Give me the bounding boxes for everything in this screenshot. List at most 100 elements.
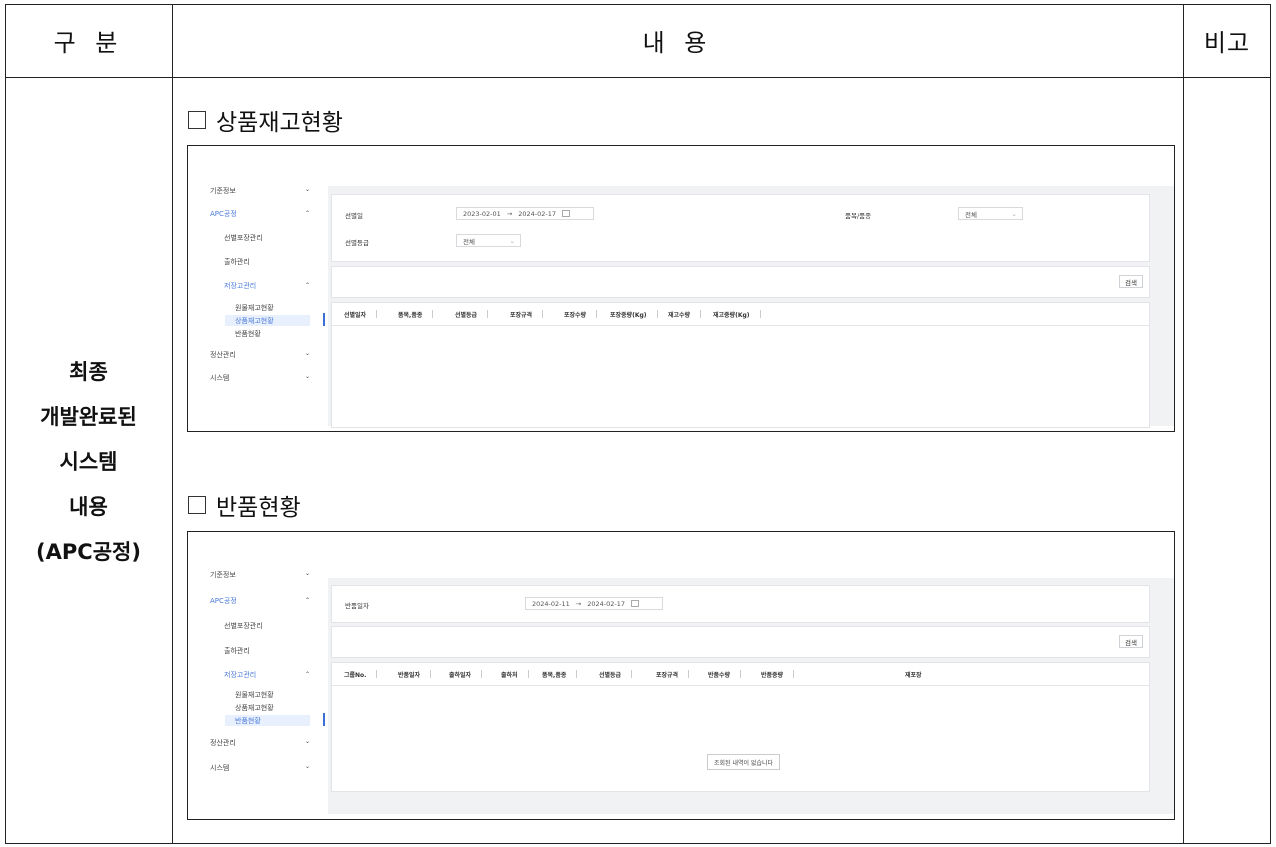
category-line: (APC공정)	[36, 540, 141, 564]
column-header: 반품중량	[761, 663, 795, 685]
column-divider	[1183, 4, 1184, 844]
label-grade: 선별등급	[345, 239, 369, 247]
sidebar-item-shipping[interactable]: 출하관리	[224, 257, 250, 267]
sidebar-item-returns[interactable]: 반품현황	[235, 329, 261, 339]
date-from: 2024-02-11	[532, 599, 570, 608]
sidebar-item-settlement[interactable]: 정산관리	[210, 350, 236, 360]
item-select-value: 전체	[965, 210, 977, 219]
sidebar-item-sorting[interactable]: 선별포장관리	[224, 233, 263, 243]
section-title-text: 반품현황	[216, 495, 301, 521]
section-title-stock: 상품재고현황	[188, 103, 343, 137]
column-header: 재포장	[905, 671, 922, 679]
checkbox-square-icon	[188, 496, 206, 514]
active-indicator	[323, 713, 325, 726]
date-to: 2024-02-17	[587, 599, 626, 608]
column-header: 그룹No.	[344, 663, 378, 685]
sidebar-item-raw-stock[interactable]: 원물재고현황	[235, 690, 274, 700]
category-line: 최종	[69, 360, 108, 384]
column-header: 포장규격	[656, 663, 690, 685]
sidebar-item-system[interactable]: 시스템	[210, 763, 229, 773]
active-indicator	[323, 313, 325, 326]
sidebar-item-basic-info[interactable]: 기준정보	[210, 186, 236, 196]
column-header: 선별등급	[599, 663, 633, 685]
label-return-date: 반품일자	[345, 602, 369, 610]
action-bar: 검색	[331, 266, 1150, 298]
search-button[interactable]: 검색	[1119, 275, 1143, 288]
action-bar: 검색	[331, 626, 1150, 658]
search-form: 반품일자 2024-02-11 → 2024-02-17	[331, 585, 1150, 623]
sidebar-item-sorting[interactable]: 선별포장관리	[224, 621, 263, 631]
chevron-up-icon: ⌃	[305, 597, 311, 604]
column-header: 포장규격	[510, 303, 544, 325]
sidebar-item-storage[interactable]: 저장고관리	[224, 281, 256, 291]
sidebar-item-apc[interactable]: APC공정	[210, 596, 237, 606]
sidebar-item-product-stock[interactable]: 상품재고현황	[235, 316, 274, 326]
column-header: 출하일자	[449, 663, 483, 685]
checkbox-square-icon	[188, 111, 206, 129]
header-remarks: 비고	[1203, 29, 1251, 57]
date-range-input[interactable]: 2023-02-01 → 2024-02-17	[456, 207, 594, 220]
column-header: 반품일자	[398, 663, 432, 685]
chevron-down-icon: ⌄	[305, 373, 311, 380]
calendar-icon	[562, 210, 571, 217]
sidebar-item-basic-info[interactable]: 기준정보	[210, 570, 236, 580]
screenshot-returns-status: 기준정보 ⌄ APC공정 ⌃ 선별포장관리 출하관리 저장고관리 ⌃ 원물재고현황 상…	[187, 531, 1175, 820]
column-divider	[172, 4, 173, 844]
chevron-down-icon: ⌄	[305, 570, 311, 577]
sidebar-item-settlement[interactable]: 정산관리	[210, 738, 236, 748]
sidebar-item-raw-stock[interactable]: 원물재고현황	[235, 303, 274, 313]
content-panel: 반품일자 2024-02-11 → 2024-02-17 검색 그룹No. 반품…	[328, 578, 1174, 814]
arrow-right-icon: →	[506, 209, 513, 218]
header-divider	[5, 77, 1271, 78]
table-header: 선별일자 품목,품종 선별등급 포장규격 포장수량 포장중량(Kg) 재고수량 …	[332, 303, 1149, 326]
chevron-up-icon: ⌃	[305, 671, 311, 678]
table-header: 그룹No. 반품일자 출하일자 출하처 품목,품종 선별등급 포장규격 반품수량…	[332, 663, 1149, 686]
label-item-variety: 품목/품종	[845, 212, 872, 220]
chevron-down-icon: ⌄	[1011, 209, 1017, 218]
sidebar-item-system[interactable]: 시스템	[210, 373, 229, 383]
chevron-down-icon: ⌄	[305, 186, 311, 193]
sidebar-item-returns[interactable]: 반품현황	[235, 716, 261, 726]
section-title-returns: 반품현황	[188, 488, 301, 522]
date-to: 2024-02-17	[518, 209, 557, 218]
sidebar-item-product-stock[interactable]: 상품재고현황	[235, 703, 274, 713]
search-button[interactable]: 검색	[1119, 635, 1143, 648]
chevron-down-icon: ⌄	[305, 763, 311, 770]
item-select[interactable]: 전체 ⌄	[958, 207, 1023, 220]
chevron-up-icon: ⌃	[305, 282, 311, 289]
category-line: 개발완료된	[40, 405, 137, 429]
date-from: 2023-02-01	[463, 209, 501, 218]
calendar-icon	[631, 600, 640, 607]
header-content: 내 용	[642, 29, 713, 57]
column-header: 재고수량	[668, 303, 702, 325]
sidebar-item-apc[interactable]: APC공정	[210, 209, 237, 219]
empty-state-message: 조회된 내역이 없습니다	[707, 754, 781, 770]
arrow-right-icon: →	[575, 599, 582, 608]
chevron-down-icon: ⌄	[305, 350, 311, 357]
sidebar-item-shipping[interactable]: 출하관리	[224, 646, 250, 656]
category-line: 시스템	[59, 450, 118, 474]
section-title-text: 상품재고현황	[216, 110, 343, 136]
column-header: 재고중량(Kg)	[713, 303, 761, 325]
grade-select[interactable]: 전체 ⌄	[456, 234, 521, 247]
results-table: 그룹No. 반품일자 출하일자 출하처 품목,품종 선별등급 포장규격 반품수량…	[331, 662, 1150, 792]
label-sort-date: 선별일	[345, 212, 363, 220]
content-panel: 선별일 2023-02-01 → 2024-02-17 품목/품종 전체 ⌄ 선…	[328, 186, 1174, 428]
column-header: 반품수량	[708, 663, 742, 685]
chevron-down-icon: ⌄	[305, 738, 311, 745]
column-header: 선별등급	[455, 303, 489, 325]
screenshot-stock-status: 기준정보 ⌄ APC공정 ⌃ 선별포장관리 출하관리 저장고관리 ⌃ 원물재고현황 상…	[187, 145, 1175, 432]
results-table: 선별일자 품목,품종 선별등급 포장규격 포장수량 포장중량(Kg) 재고수량 …	[331, 302, 1150, 428]
header-category: 구 분	[53, 29, 124, 57]
sidebar-item-storage[interactable]: 저장고관리	[224, 670, 256, 680]
column-header: 포장수량	[564, 303, 598, 325]
chevron-down-icon: ⌄	[509, 236, 515, 245]
search-form: 선별일 2023-02-01 → 2024-02-17 품목/품종 전체 ⌄ 선…	[331, 194, 1150, 262]
column-header: 포장중량(Kg)	[610, 303, 658, 325]
date-range-input[interactable]: 2024-02-11 → 2024-02-17	[525, 597, 663, 610]
column-header: 출하처	[501, 663, 529, 685]
grade-select-value: 전체	[463, 237, 475, 246]
column-header: 품목,품종	[398, 303, 434, 325]
column-header: 품목,품종	[542, 663, 578, 685]
column-header: 선별일자	[344, 303, 378, 325]
